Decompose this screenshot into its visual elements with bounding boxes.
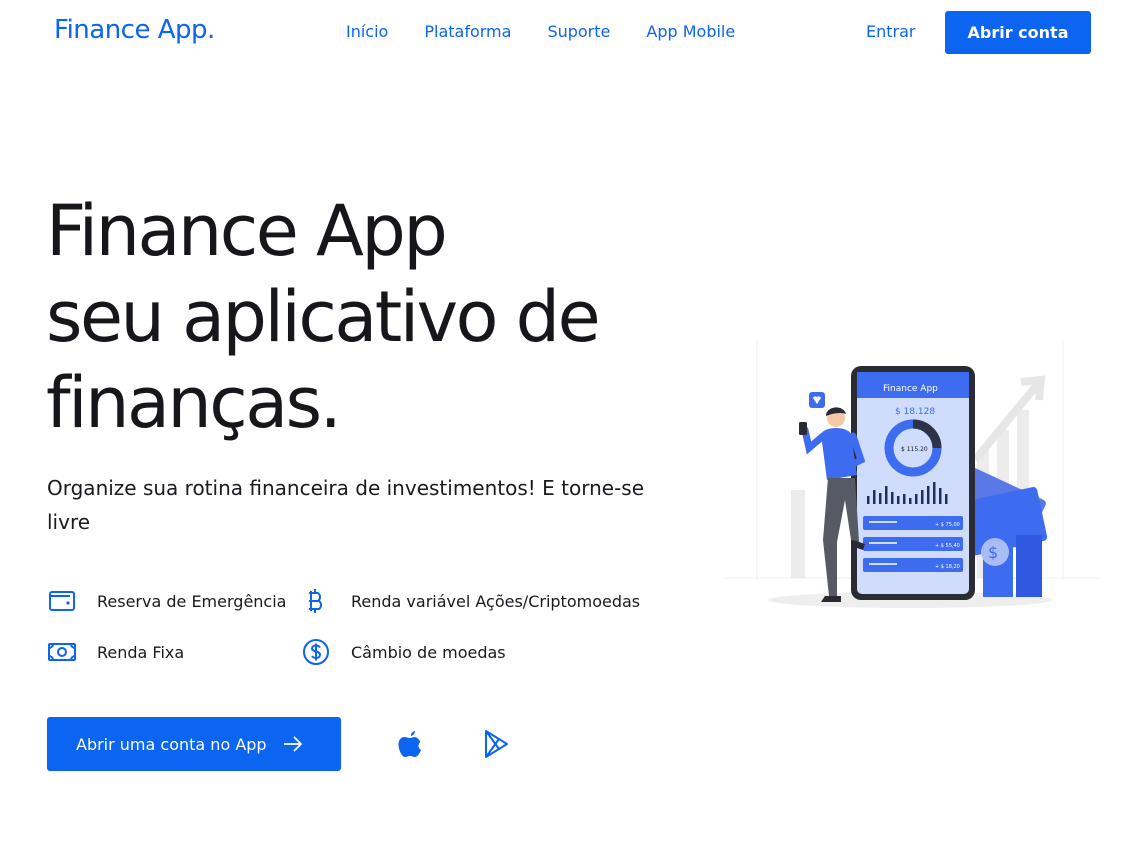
nav-link-app-mobile[interactable]: App Mobile (646, 22, 735, 41)
wallet-icon (47, 586, 77, 616)
feature-label: Câmbio de moedas (351, 642, 506, 662)
open-account-app-button[interactable]: Abrir uma conta no App (47, 717, 341, 771)
site-header: Finance App. Início Plataforma Suporte A… (0, 0, 1143, 66)
hero-title-line: Finance App (46, 190, 448, 272)
cta-label: Abrir uma conta no App (76, 734, 267, 754)
finance-illustration: $ Finance App $ 18.128 $ 115.20 + $ 75,0… (725, 330, 1100, 615)
nav-link-suporte[interactable]: Suporte (547, 22, 610, 41)
arrow-right-icon (283, 736, 303, 752)
feature-label: Reserva de Emergência (97, 591, 287, 611)
hero-title-line: finanças. (46, 362, 342, 444)
svg-text:$: $ (988, 543, 998, 562)
feature-item: Renda Fixa (47, 637, 184, 667)
feature-label: Renda Fixa (97, 642, 185, 662)
phone-row-value: + $ 75,00 (935, 522, 960, 528)
hero-title-line: seu aplicativo de (46, 276, 601, 358)
feature-item: Reserva de Emergência (47, 586, 286, 616)
banknote-icon (47, 637, 77, 667)
login-link[interactable]: Entrar (866, 22, 915, 41)
nav-link-plataforma[interactable]: Plataforma (424, 22, 511, 41)
bitcoin-icon (301, 586, 331, 616)
phone-balance: $ 18.128 (895, 407, 935, 417)
dollar-circle-icon (301, 637, 331, 667)
hero-subtitle: Organize sua rotina financeira de invest… (47, 476, 645, 534)
phone-row-value: + $ 55,40 (935, 543, 960, 549)
google-play-icon[interactable] (480, 727, 512, 761)
nav-link-inicio[interactable]: Início (346, 22, 388, 41)
apple-icon[interactable] (394, 727, 426, 761)
phone-donut-value: $ 115.20 (901, 446, 928, 453)
feature-item: Renda variável Ações/Criptomoedas (301, 586, 640, 616)
phone-row-value: + $ 18,20 (935, 564, 960, 570)
feature-item: Câmbio de moedas (301, 637, 506, 667)
brand-logo[interactable]: Finance App. (54, 15, 215, 45)
feature-label: Renda variável Ações/Criptomoedas (351, 591, 641, 611)
main-nav: Início Plataforma Suporte App Mobile (346, 22, 771, 41)
hero-title: Finance App seu aplicativo de finanças. (46, 188, 696, 446)
open-account-button[interactable]: Abrir conta (945, 11, 1091, 54)
phone-app-title: Finance App (883, 384, 938, 394)
